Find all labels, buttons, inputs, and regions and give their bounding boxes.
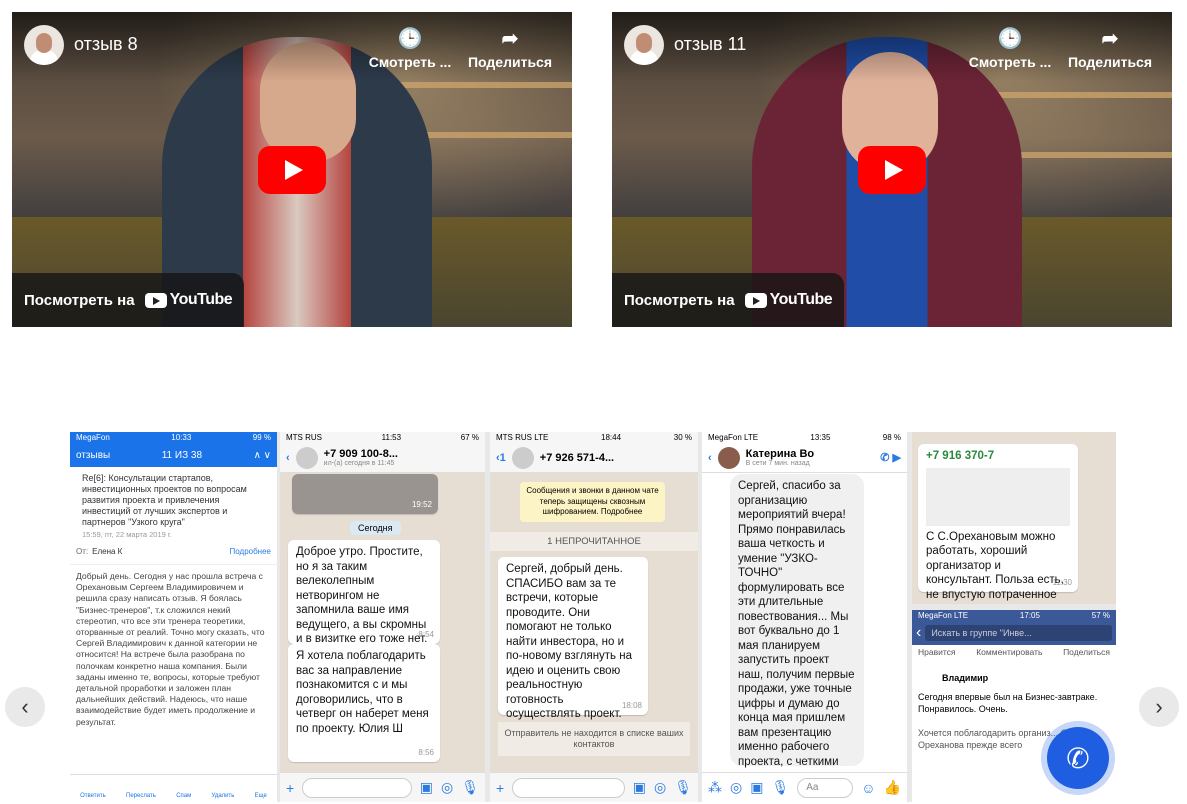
chat-input-bar: ⁂ ◎ ▣ 🎙 Aa ☺ 👍 [702,772,907,802]
channel-avatar[interactable] [624,25,664,65]
group-search-bar: ‹ Искать в группе "Инве... [912,621,1116,645]
chat-message: +7 916 370-7 С С.Орехановым можно работа… [918,444,1078,604]
share-icon: ➦ [501,28,519,50]
share-button[interactable]: ➦ Поделиться [467,26,553,70]
day-divider: Сегодня [350,521,401,535]
play-icon[interactable] [258,146,326,194]
clock-icon: 🕒 [997,28,1023,50]
channel-avatar[interactable] [24,25,64,65]
watch-on-youtube-link[interactable]: Посмотреть на YouTube [612,273,845,327]
watch-on-label: Посмотреть на [24,291,135,309]
chat-input-bar: + ▣ ◎ 🎙 [490,772,698,802]
youtube-logo: YouTube [744,291,833,309]
mail-from: От: Елена К Подробнее [70,539,277,565]
encryption-notice: Сообщения и звонки в данном чате теперь … [520,482,665,522]
messenger-screenshot: MegaFon LTE 13:35 98 % ‹ Катерина Во В сети … [702,432,907,802]
contact-notice: Отправитель не находится в списке ваших … [498,722,690,756]
chat-message: Я хотела поблагодарить вас за направлени… [288,644,440,762]
whatsapp-screenshot-3: +7 916 370-7 С С.Орехановым можно работа… [912,432,1116,604]
image-message: 19:52 [292,474,438,514]
chat-message: Сергей, добрый день. СПАСИБО вам за те в… [498,557,648,720]
avatar [511,446,534,469]
watch-later-button[interactable]: 🕒 Смотреть ... [367,26,453,70]
share-icon: ➦ [1101,28,1119,50]
post-actions: Нравится Комментировать Поделиться [918,647,1110,657]
redacted-area [926,467,1070,526]
mail-toolbar: Ответить Переслать Спам Удалить Еще [70,774,277,802]
status-bar: MegaFon LTE 17:05 57 % [912,610,1116,621]
mail-date: 15:59, пт, 22 марта 2019 г. [82,530,172,539]
video-title[interactable]: отзыв 8 [74,34,138,55]
share-label: Поделиться [467,54,553,70]
mail-header: отзывы 11 ИЗ 38 ∧ ∨ [70,443,277,467]
chat-header: ‹ Катерина Во В сети 7 мин. назад ✆ ▶ [702,443,907,473]
youtube-logo: YouTube [144,291,233,309]
chat-input-bar: + ▣ ◎ 🎙 [280,772,485,802]
chat-message: Доброе утро. Простите, но я за таким вел… [288,540,440,645]
watch-later-label: Смотреть ... [968,54,1052,70]
post-author: Владимир [942,673,989,683]
unread-divider: 1 НЕПРОЧИТАННОЕ [490,532,698,551]
callback-phone-button[interactable]: ✆ [1047,727,1109,789]
testimonial-carousel[interactable]: MegaFon 10:33 99 % отзывы 11 ИЗ 38 ∧ ∨ Re[6]… [70,432,1116,802]
carousel-next-button[interactable]: › [1139,687,1179,727]
clock-icon: 🕒 [397,28,423,50]
video-player-1[interactable]: отзыв 8 🕒 Смотреть ... ➦ Поделиться Посмот… [12,12,572,327]
chevron-right-icon: › [1155,694,1163,719]
status-bar: MTS RUS LTE 18:44 30 % [490,432,698,443]
status-bar: MegaFon 10:33 99 % [70,432,277,443]
video-player-2[interactable]: отзыв 11 🕒 Смотреть ... ➦ Поделиться Посмо… [612,12,1172,327]
avatar [295,446,318,469]
mail-counter: 11 ИЗ 38 [161,449,203,461]
whatsapp-screenshot-1: MTS RUS 11:53 67 % ‹ +7 909 100-8... ил-(а) … [280,432,485,802]
avatar [717,446,740,469]
whatsapp-screenshot-2: MTS RUS LTE 18:44 30 % ‹1 +7 926 571-4... С… [490,432,698,802]
mail-body: Добрый день. Сегодня у нас прошла встреч… [76,571,265,727]
status-bar: MegaFon LTE 13:35 98 % [708,433,901,442]
post-text: Сегодня впервые был на Бизнес-завтраке. … [918,692,1098,714]
watch-later-button[interactable]: 🕒 Смотреть ... [967,26,1053,70]
status-bar: MTS RUS 11:53 67 % [280,432,485,443]
mail-subject: Re[6]: Консультации стартапов, инвестици… [82,473,247,527]
play-icon[interactable] [858,146,926,194]
chat-message: Сергей, спасибо за организацию мероприят… [730,474,864,802]
chat-header: ‹ +7 909 100-8... ил-(а) сегодня в 11:45 [280,443,485,473]
mail-screenshot: MegaFon 10:33 99 % отзывы 11 ИЗ 38 ∧ ∨ Re[6]… [70,432,277,802]
shelf [392,82,572,88]
back-link: отзывы [76,449,111,461]
video-title[interactable]: отзыв 11 [674,34,746,55]
watch-on-youtube-link[interactable]: Посмотреть на YouTube [12,273,245,327]
share-label: Поделиться [1067,54,1153,70]
watch-on-label: Посмотреть на [624,291,735,309]
share-button[interactable]: ➦ Поделиться [1067,26,1153,70]
chevron-left-icon: ‹ [21,694,29,719]
chat-header: ‹1 +7 926 571-4... [490,443,698,473]
phone-icon: ✆ [1066,742,1090,774]
watch-later-label: Смотреть ... [368,54,452,70]
carousel-prev-button[interactable]: ‹ [5,687,45,727]
